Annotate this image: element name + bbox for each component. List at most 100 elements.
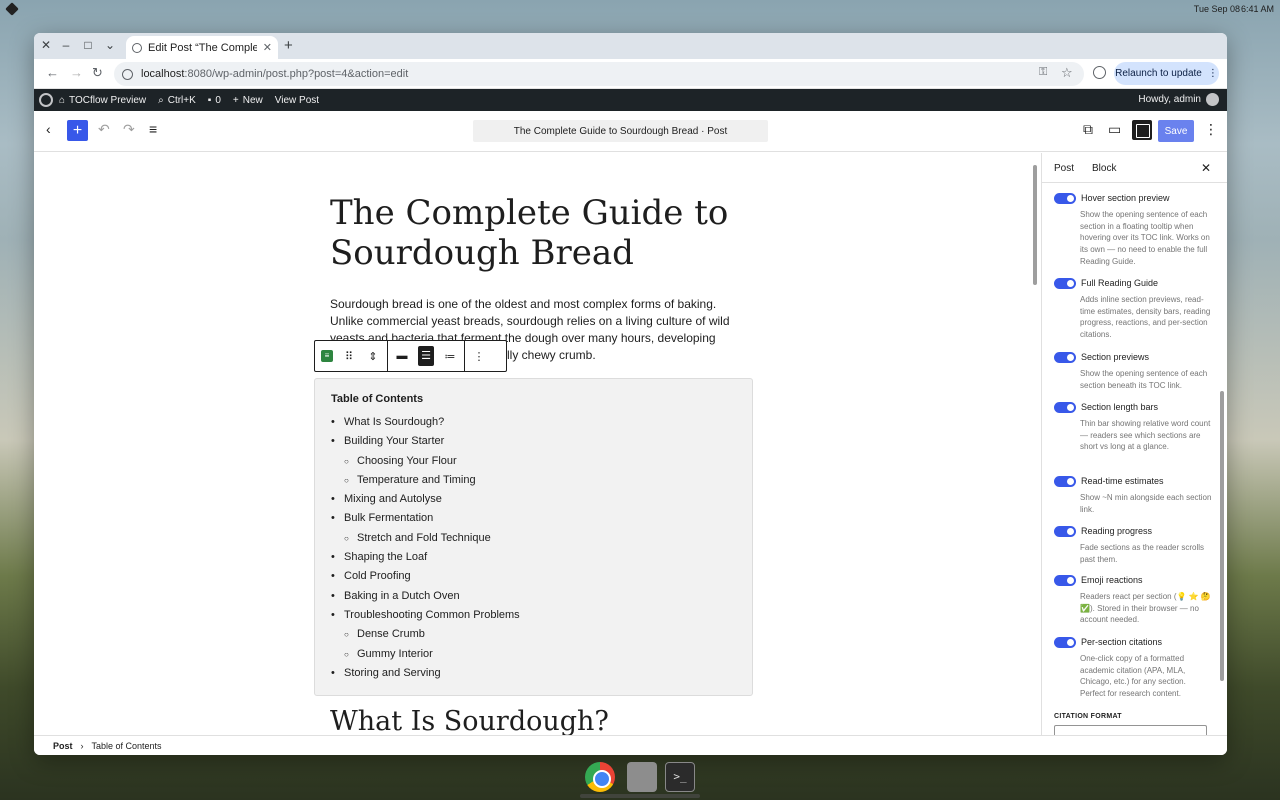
toc-block-icon[interactable]: ≡ — [321, 350, 333, 362]
view-post-link[interactable]: View Post — [269, 95, 325, 106]
desktop-topbar: Tue Sep 08 6:41 AM — [0, 0, 1280, 18]
toggle-switch[interactable] — [1054, 525, 1076, 537]
search-shortcut: Ctrl+K — [167, 94, 196, 106]
toc-item[interactable]: Baking in a Dutch Oven — [331, 587, 736, 607]
citation-format-select[interactable] — [1054, 725, 1207, 735]
option-hover-preview: Hover section preview Show the opening s… — [1054, 191, 1212, 276]
url-input[interactable]: localhost:8080/wp-admin/post.php?post=4&… — [114, 62, 1084, 86]
canvas-scroll-thumb[interactable] — [1033, 165, 1037, 285]
files-app-icon[interactable] — [627, 762, 657, 792]
close-sidebar-icon[interactable]: ✕ — [1201, 161, 1211, 175]
os-logo-icon[interactable] — [5, 2, 19, 16]
option-help: Show the opening sentence of each sectio… — [1080, 369, 1208, 390]
save-button[interactable]: Save — [1158, 120, 1194, 142]
option-label: Read-time estimates — [1081, 476, 1164, 486]
document-title-bar[interactable]: The Complete Guide to Sourdough Bread · … — [473, 120, 768, 142]
option-help: Show the opening sentence of each sectio… — [1080, 210, 1210, 266]
toc-subitem[interactable]: Choosing Your Flour — [331, 452, 736, 472]
move-up-down-icon[interactable]: ⇕ — [365, 350, 381, 363]
comment-icon: ▪ — [207, 94, 212, 106]
toc-item[interactable]: Shaping the Loaf — [331, 548, 736, 568]
site-name-link[interactable]: ⌂ TOCflow Preview — [53, 95, 152, 106]
wordpress-logo-icon[interactable] — [39, 93, 53, 107]
sidebar-scroll-thumb[interactable] — [1220, 391, 1224, 681]
relaunch-button[interactable]: Relaunch to update ⋮ — [1114, 62, 1219, 85]
browser-tab-active[interactable]: Edit Post “The Comple ✕ — [126, 36, 278, 59]
breadcrumb-post[interactable]: Post — [53, 741, 73, 751]
toc-item[interactable]: Troubleshooting Common Problems — [331, 606, 736, 626]
reload-icon[interactable]: ↻ — [92, 65, 103, 81]
toggle-switch[interactable] — [1054, 475, 1076, 487]
terminal-app-icon[interactable]: >_ — [665, 762, 695, 792]
undo-icon[interactable]: ↶ — [98, 121, 110, 138]
toc-item[interactable]: Cold Proofing — [331, 567, 736, 587]
relaunch-label: Relaunch to update — [1115, 68, 1202, 79]
toggle-switch[interactable] — [1054, 192, 1076, 204]
view-post-icon[interactable]: ⧉ — [1083, 121, 1093, 138]
back-icon[interactable]: ← — [46, 65, 59, 80]
new-tab-icon[interactable]: + — [284, 37, 293, 54]
site-name: TOCflow Preview — [69, 94, 147, 106]
ordered-list-icon[interactable]: ≔ — [442, 350, 458, 363]
comments-link[interactable]: ▪ 0 — [202, 95, 227, 106]
editor-header: ‹ + ↶ ↷ ≡ The Complete Guide to Sourdoug… — [34, 111, 1227, 152]
dock-indicator — [580, 794, 700, 798]
address-bar-row: ← → ↻ localhost:8080/wp-admin/post.php?p… — [34, 59, 1227, 89]
device-preview-icon[interactable]: ▭ — [1108, 121, 1121, 138]
profile-icon[interactable] — [1093, 66, 1106, 79]
tab-close-icon[interactable]: ✕ — [263, 41, 272, 54]
align-icon[interactable]: ▬ — [394, 350, 410, 362]
bookmark-star-icon[interactable]: ☆ — [1061, 65, 1073, 81]
account-menu[interactable]: Howdy, admin — [1138, 93, 1219, 106]
breadcrumb-current[interactable]: Table of Contents — [92, 741, 162, 751]
option-help: Fade sections as the reader scrolls past… — [1080, 543, 1205, 564]
url-path: :8080/wp-admin/post.php?post=4&action=ed… — [184, 68, 409, 80]
tab-post[interactable]: Post — [1054, 163, 1074, 174]
toc-subitem[interactable]: Gummy Interior — [331, 645, 736, 665]
site-info-icon[interactable] — [122, 68, 133, 80]
drag-handle-icon[interactable]: ⠿ — [341, 350, 357, 363]
howdy-label: Howdy, admin — [1138, 94, 1201, 105]
document-overview-icon[interactable]: ≡ — [149, 121, 157, 137]
toc-item[interactable]: What Is Sourdough? — [331, 413, 736, 433]
tab-search-icon[interactable]: ⌄ — [102, 38, 118, 52]
toggle-switch[interactable] — [1054, 401, 1076, 413]
maximize-window-icon[interactable]: □ — [80, 38, 96, 52]
toc-item[interactable]: Building Your Starter — [331, 432, 736, 452]
sidebar-scrollbar[interactable] — [1219, 161, 1225, 729]
toggle-switch[interactable] — [1054, 574, 1076, 586]
forward-icon[interactable]: → — [70, 65, 83, 80]
option-emoji-reactions: Emoji reactions Readers react per sectio… — [1054, 573, 1212, 635]
toc-item[interactable]: Bulk Fermentation — [331, 509, 736, 529]
section-heading[interactable]: What Is Sourdough? — [330, 706, 609, 735]
settings-sidebar-toggle[interactable] — [1132, 120, 1152, 140]
toggle-switch[interactable] — [1054, 277, 1076, 289]
toc-subitem[interactable]: Stretch and Fold Technique — [331, 529, 736, 549]
block-options-icon[interactable]: ⋮ — [471, 350, 487, 363]
toggle-switch[interactable] — [1054, 351, 1076, 363]
canvas-scrollbar[interactable] — [1032, 153, 1038, 735]
toc-item[interactable]: Storing and Serving — [331, 664, 736, 684]
editor-canvas[interactable]: The Complete Guide to Sourdough Bread So… — [34, 153, 1039, 735]
back-to-dashboard-icon[interactable]: ‹ — [46, 121, 51, 137]
toc-item[interactable]: Mixing and Autolyse — [331, 490, 736, 510]
options-menu-icon[interactable]: ⋮ — [1204, 121, 1218, 138]
toggle-switch[interactable] — [1054, 636, 1076, 648]
desktop-date: Tue Sep 08 — [1193, 4, 1240, 14]
new-content-link[interactable]: + New — [227, 95, 269, 106]
block-inserter-button[interactable]: + — [67, 120, 88, 141]
command-palette-link[interactable]: ⌕ Ctrl+K — [152, 95, 202, 106]
unordered-list-icon[interactable]: ☰ — [418, 346, 434, 366]
toc-block[interactable]: Table of Contents What Is Sourdough? Bui… — [314, 378, 753, 696]
redo-icon[interactable]: ↷ — [123, 121, 135, 138]
password-key-icon[interactable]: ⚿ — [1039, 66, 1047, 79]
tab-block[interactable]: Block — [1092, 163, 1116, 174]
chrome-app-icon[interactable] — [585, 762, 615, 792]
close-window-icon[interactable]: ✕ — [38, 38, 54, 52]
option-label: Per-section citations — [1081, 637, 1163, 647]
toc-subitem[interactable]: Temperature and Timing — [331, 471, 736, 491]
option-full-reading-guide: Full Reading Guide Adds inline section p… — [1054, 276, 1212, 350]
toc-subitem[interactable]: Dense Crumb — [331, 625, 736, 645]
minimize-window-icon[interactable]: – — [58, 38, 74, 52]
post-title[interactable]: The Complete Guide to Sourdough Bread — [330, 193, 750, 273]
